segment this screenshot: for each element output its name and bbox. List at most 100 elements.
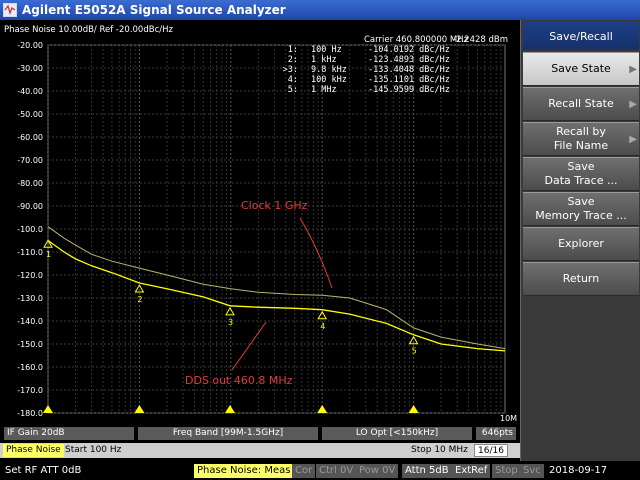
submenu-arrow-icon: ▶ (629, 99, 637, 110)
marker-value: -123.4893 dBc/Hz (368, 55, 450, 65)
softkey-label: Save State (551, 62, 611, 75)
y-tick-label: -130.0 (17, 294, 43, 303)
trace-header: Phase Noise 10.00dB/ Ref -20.00dBc/Hz (4, 25, 173, 35)
phase-noise-chart: Phase Noise 10.00dB/ Ref -20.00dBc/Hz Ca… (4, 25, 517, 423)
pow-status: Pow 0V (356, 464, 399, 478)
points-status[interactable]: 646pts (476, 427, 516, 440)
marker-number: 2 (137, 295, 142, 304)
carrier-power: -2.2428 dBm (453, 35, 508, 45)
marker-value: -145.9599 dBc/Hz (368, 85, 450, 95)
y-tick-label: -60.00 (17, 133, 43, 142)
title-bar: Agilent E5052A Signal Source Analyzer (0, 0, 640, 20)
y-tick-label: -80.00 (17, 179, 43, 188)
y-tick-label: -50.00 (17, 110, 43, 119)
status-bar-2: Phase Noise Start 100 Hz Stop 10 MHz 16/… (0, 443, 520, 458)
y-tick-label: -110.0 (17, 248, 43, 257)
cor-status: Cor (292, 464, 316, 478)
marker-index: 5: (288, 85, 298, 95)
meas-status: Phase Noise: Meas (194, 464, 294, 478)
recall-by-file-name-softkey[interactable]: Recall by File Name ▶ (523, 122, 639, 156)
status-bar-3: Set RF ATT 0dB Phase Noise: Meas Cor Ctr… (0, 462, 640, 480)
dds-annotation: DDS out 460.8 MHz (185, 374, 293, 387)
ctrl-status: Ctrl 0V (316, 464, 357, 478)
series-line-2 (47, 226, 506, 350)
marker-freq: 100 kHz (311, 75, 347, 85)
y-tick-label: -20.00 (17, 41, 43, 50)
y-tick-label: -40.00 (17, 87, 43, 96)
softkey-label: Recall by (556, 125, 606, 138)
marker-index: >3: (283, 65, 298, 75)
start-freq[interactable]: Start 100 Hz (62, 444, 124, 457)
softkey-label: Save (567, 160, 595, 173)
softkey-label: Recall State (548, 97, 614, 110)
submenu-arrow-icon: ▶ (629, 134, 637, 145)
y-axis-labels: -20.00 -30.00 -40.00 -50.00 -60.00 -70.00 -80.… (17, 41, 43, 418)
lo-opt-status[interactable]: LO Opt [<150kHz] (322, 427, 472, 440)
y-tick-label: -160.0 (17, 363, 43, 372)
extref-status: ExtRef (452, 464, 491, 478)
window-title: Agilent E5052A Signal Source Analyzer (22, 3, 286, 17)
stop-status: Stop (492, 464, 521, 478)
explorer-softkey[interactable]: Explorer (523, 227, 639, 261)
svc-status: Svc (520, 464, 544, 478)
status-bar-1: IF Gain 20dB Freq Band [99M-1.5GHz] LO O… (0, 426, 520, 441)
marker-axis-triangle[interactable] (408, 405, 419, 413)
marker-number: 5 (412, 347, 417, 356)
softkey-panel: Save/Recall Save State ▶ Recall State ▶ … (520, 20, 640, 461)
y-tick-label: -180.0 (17, 409, 43, 418)
softkey-label-line2: Data Trace ... (544, 174, 618, 187)
datetime-status: 2018-09-17 15:43 (549, 465, 608, 480)
y-tick-label: -100.0 (17, 225, 43, 234)
series-line-1 (47, 239, 506, 352)
marker-value: -135.1101 dBc/Hz (368, 75, 450, 85)
y-tick-label: -120.0 (17, 271, 43, 280)
softkey-label-line2: File Name (553, 139, 609, 152)
save-data-trace-softkey[interactable]: Save Data Trace ... (523, 157, 639, 191)
softkey-label: Return (562, 272, 600, 285)
marker-value: -133.4048 dBc/Hz (368, 65, 450, 75)
softkey-title: Save/Recall (523, 22, 639, 50)
rf-att-status: Set RF ATT 0dB (5, 465, 82, 476)
x-end-label: 10M (500, 414, 517, 423)
freq-band-status[interactable]: Freq Band [99M-1.5GHz] (138, 427, 318, 440)
marker-value: -104.0192 dBc/Hz (368, 45, 450, 55)
marker-freq: 1 kHz (311, 55, 337, 65)
mode-status[interactable]: Phase Noise (3, 444, 64, 457)
y-tick-label: -150.0 (17, 340, 43, 349)
attn-status: Attn 5dB (402, 464, 452, 478)
recall-state-softkey[interactable]: Recall State ▶ (523, 87, 639, 121)
marker-number: 3 (228, 318, 233, 327)
marker-freq: 100 Hz (311, 45, 342, 55)
marker-axis-triangle[interactable] (43, 405, 53, 413)
y-tick-label: -140.0 (17, 317, 43, 326)
marker-index: 1: (288, 45, 298, 55)
clock-annotation: Clock 1 GHz (241, 199, 308, 212)
y-tick-label: -30.00 (17, 64, 43, 73)
marker-number: 4 (320, 322, 325, 331)
save-state-softkey[interactable]: Save State ▶ (523, 52, 639, 86)
y-tick-label: -70.00 (17, 156, 43, 165)
dds-annotation-arrow (231, 321, 267, 371)
softkey-label-line2: Memory Trace ... (535, 209, 627, 222)
submenu-arrow-icon: ▶ (629, 64, 637, 75)
softkey-label: Explorer (558, 237, 604, 250)
marker-triangle[interactable] (225, 306, 235, 316)
marker-number: 1 (46, 250, 51, 259)
stop-freq[interactable]: Stop 10 MHz (408, 444, 471, 457)
marker-axis-triangle[interactable] (134, 405, 145, 413)
softkey-label: Save (567, 195, 595, 208)
y-tick-label: -170.0 (17, 386, 43, 395)
if-gain-status[interactable]: IF Gain 20dB (4, 427, 134, 440)
x-axis-labels: 10M (500, 414, 517, 423)
marker-freq: 9.8 kHz (311, 65, 347, 75)
marker-index: 4: (288, 75, 298, 85)
save-memory-trace-softkey[interactable]: Save Memory Trace ... (523, 192, 639, 226)
measurement-screen: Phase Noise 10.00dB/ Ref -20.00dBc/Hz Ca… (0, 20, 520, 441)
y-tick-label: -90.00 (17, 202, 43, 211)
trace-count: 16/16 (474, 444, 508, 457)
marker-axis-triangle[interactable] (317, 405, 328, 413)
return-softkey[interactable]: Return (523, 262, 639, 296)
marker-index: 2: (288, 55, 298, 65)
marker-freq: 1 MHz (311, 85, 337, 95)
series-layer (47, 226, 506, 352)
